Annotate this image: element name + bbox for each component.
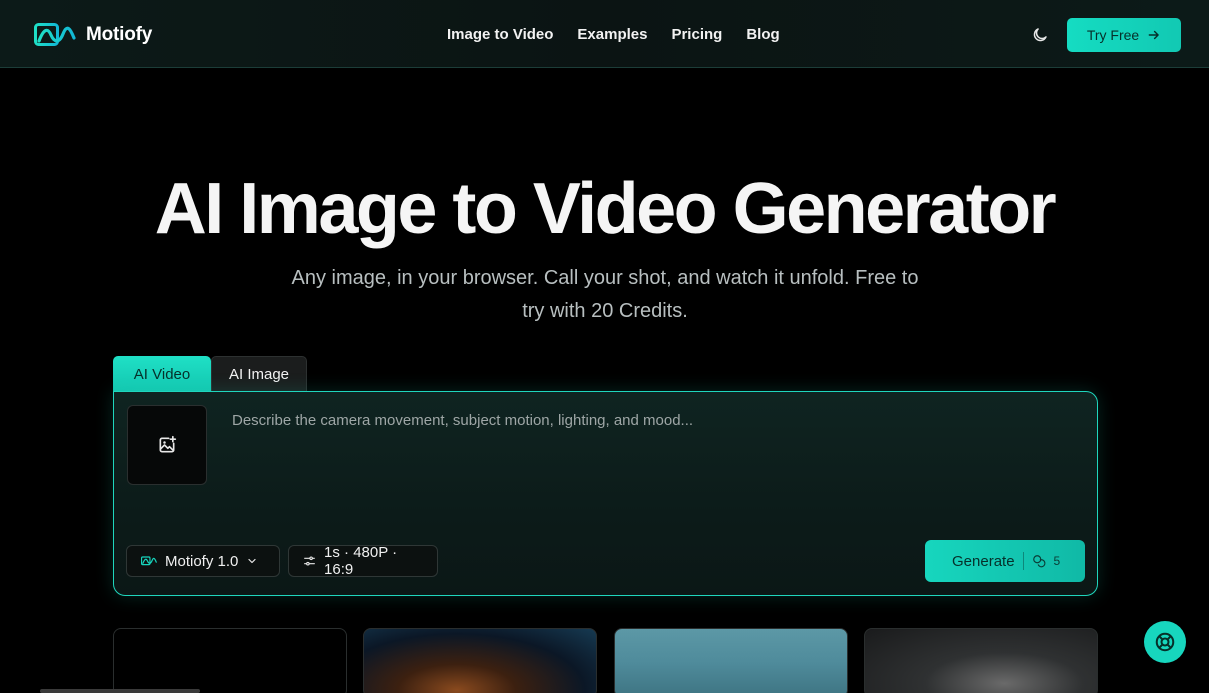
tab-ai-image[interactable]: AI Image: [211, 356, 307, 392]
main-nav: Image to Video Examples Pricing Blog: [447, 26, 780, 43]
sliders-icon: [304, 556, 315, 566]
generate-divider: [1022, 552, 1024, 570]
generate-label: Generate: [952, 552, 1015, 570]
brand-name: Motiofy: [86, 24, 153, 45]
model-selector[interactable]: Motiofy 1.0: [126, 545, 280, 577]
lifebuoy-icon: [1155, 632, 1175, 652]
example-card-3[interactable]: [614, 628, 848, 693]
try-free-label: Try Free: [1086, 27, 1140, 43]
hero-subtitle: Any image, in your browser. Call your sh…: [270, 262, 940, 328]
try-free-button[interactable]: Try Free: [1067, 18, 1181, 52]
mode-tabs: AI Video AI Image: [113, 356, 307, 392]
coins-icon: [1032, 555, 1045, 568]
nav-link-examples[interactable]: Examples: [577, 26, 647, 43]
horizontal-scrollbar[interactable]: [40, 689, 200, 693]
image-plus-icon: [159, 435, 177, 453]
moon-icon[interactable]: [1031, 26, 1049, 44]
model-label: Motiofy 1.0: [165, 552, 239, 570]
nav-link-image-to-video[interactable]: Image to Video: [447, 26, 553, 43]
generate-button[interactable]: Generate 5: [925, 540, 1085, 582]
video-settings-button[interactable]: 1s · 480P · 16:9: [288, 544, 438, 578]
arrow-right-icon: [1148, 30, 1159, 40]
help-button[interactable]: [1144, 621, 1186, 663]
video-settings-label: 1s · 480P · 16:9: [324, 544, 398, 578]
nav-link-pricing[interactable]: Pricing: [671, 26, 722, 43]
top-nav-bar: Motiofy Image to Video Examples Pricing …: [0, 0, 1209, 68]
example-card-2[interactable]: [363, 628, 597, 693]
prompt-input[interactable]: [232, 412, 1052, 512]
example-card-1[interactable]: [113, 628, 347, 693]
brand-logo[interactable]: Motiofy: [34, 22, 152, 48]
nav-link-blog[interactable]: Blog: [746, 26, 779, 43]
chevron-down-icon: [248, 558, 256, 564]
hero-subtitle-line-1: Any image, in your browser. Call your sh…: [291, 267, 919, 289]
motiofy-logo-icon: [34, 23, 76, 46]
example-card-4[interactable]: [864, 628, 1098, 693]
credit-cost-value: 5: [1053, 554, 1061, 568]
motiofy-model-icon: [141, 556, 157, 566]
image-upload-button[interactable]: [127, 405, 207, 485]
tab-ai-video[interactable]: AI Video: [113, 356, 211, 392]
page-title: AI Image to Video Generator: [154, 169, 1057, 249]
hero-subtitle-line-2: try with 20 Credits.: [522, 300, 688, 322]
credit-cost: 5: [1032, 554, 1061, 568]
prompt-composer: Motiofy 1.0 1s · 480P · 16:9 Generate 5: [113, 391, 1098, 596]
